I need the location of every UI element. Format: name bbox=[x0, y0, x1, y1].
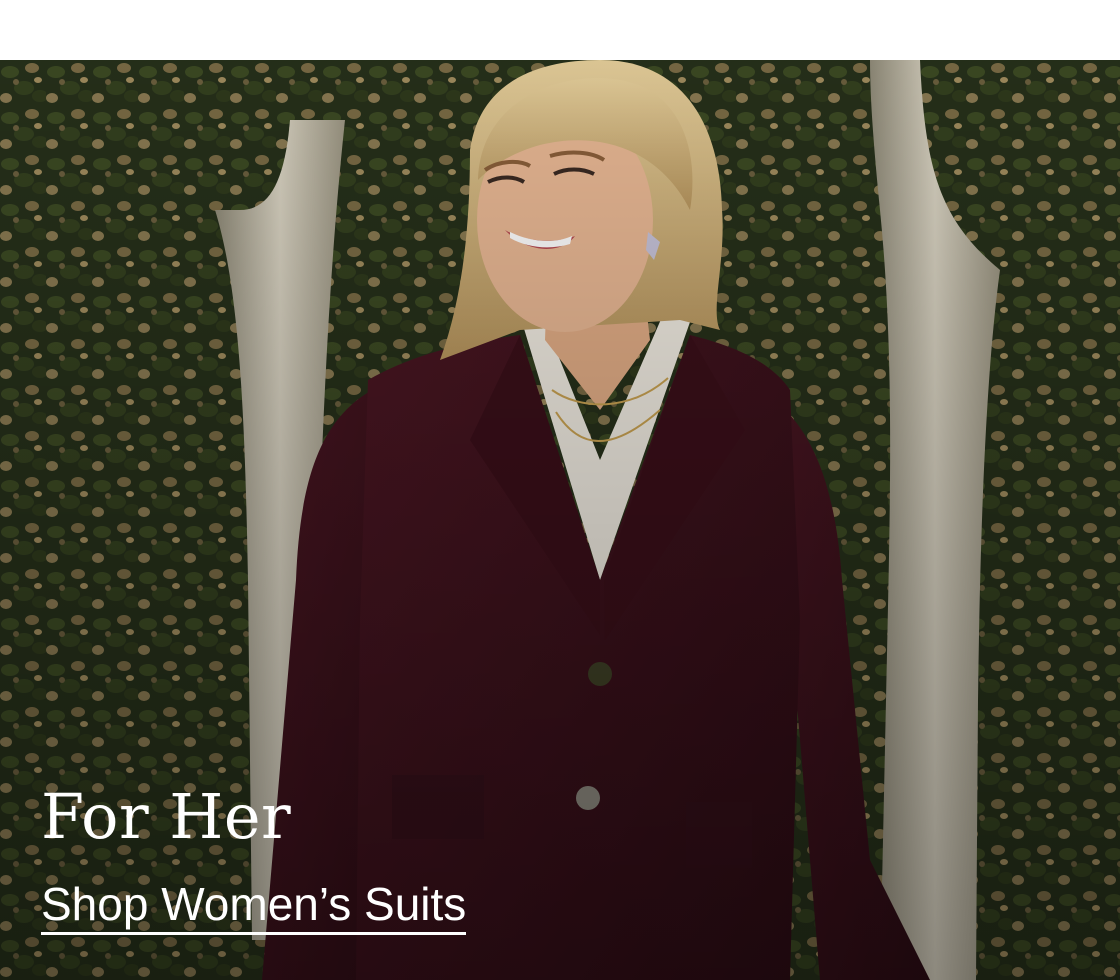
hero-banner[interactable]: For Her Shop Women’s Suits bbox=[0, 60, 1120, 980]
hero-text-block: For Her Shop Women’s Suits bbox=[41, 780, 467, 935]
hero-title: For Her bbox=[41, 780, 292, 853]
shop-womens-suits-link[interactable]: Shop Women’s Suits bbox=[41, 878, 467, 935]
page: For Her Shop Women’s Suits bbox=[0, 0, 1120, 980]
top-bar bbox=[0, 0, 1120, 60]
